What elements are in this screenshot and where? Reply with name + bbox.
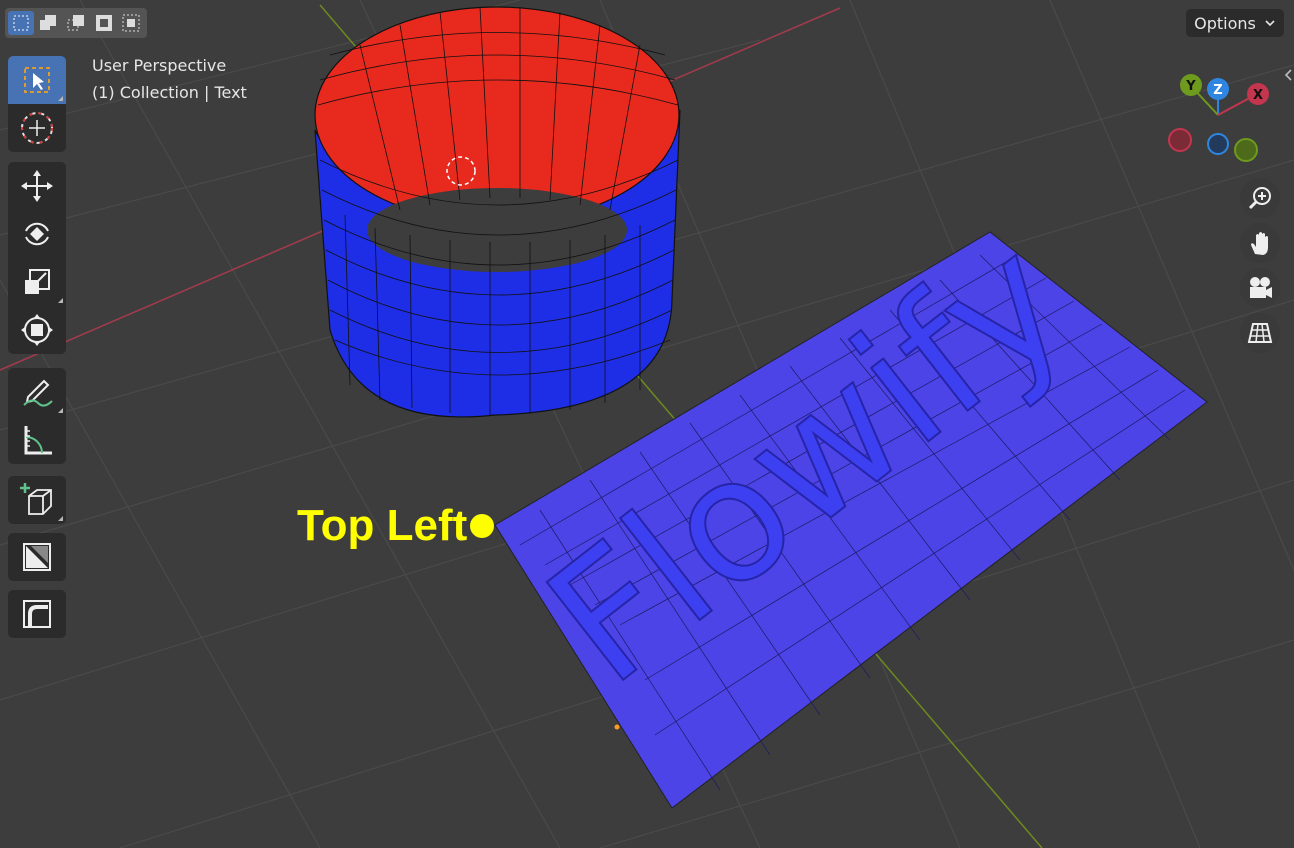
transform-icon — [21, 314, 53, 346]
annotate-icon — [23, 379, 53, 407]
add-cube-tool[interactable] — [8, 476, 66, 524]
annotate-tool[interactable] — [8, 368, 66, 416]
scale-icon — [25, 269, 50, 294]
toolbar-group-annotate — [8, 368, 66, 464]
gizmo-neg-z-icon[interactable] — [1207, 133, 1229, 155]
extrude-tool[interactable] — [8, 533, 66, 581]
select-new-button[interactable] — [8, 11, 34, 35]
select-box-tool[interactable] — [8, 56, 66, 104]
camera-icon — [1250, 277, 1272, 298]
extrude-icon — [23, 543, 51, 571]
rotate-icon — [25, 222, 49, 246]
annotation-dot — [470, 514, 494, 538]
gizmo-z-label: Z — [1213, 83, 1222, 98]
options-dropdown[interactable]: Options — [1186, 9, 1284, 37]
select-extend-icon — [40, 15, 57, 30]
move-tool[interactable] — [8, 162, 66, 210]
select-new-icon — [13, 15, 29, 31]
gizmo-neg-y-icon[interactable] — [1234, 138, 1258, 162]
camera-view-button[interactable] — [1240, 268, 1280, 308]
gizmo-y-label: Y — [1185, 79, 1196, 94]
zoom-button[interactable] — [1240, 178, 1280, 218]
add-cube-icon — [20, 483, 52, 515]
transform-tool[interactable] — [8, 306, 66, 354]
bevel-tool[interactable] — [8, 590, 66, 638]
ortho-grid-icon — [1247, 323, 1273, 343]
chevron-down-icon — [1265, 20, 1275, 27]
toolbar-group-select — [8, 56, 66, 152]
ortho-toggle-button[interactable] — [1240, 313, 1280, 353]
select-box-icon — [24, 67, 50, 93]
measure-icon — [24, 426, 52, 455]
pan-hand-icon — [1251, 232, 1268, 255]
navigation-gizmo[interactable]: Y Z X — [1160, 70, 1280, 170]
toolbar-group-bevel — [8, 590, 66, 638]
cursor-icon — [21, 112, 53, 144]
toolbar-group-add — [8, 476, 66, 524]
bevel-icon — [23, 600, 51, 628]
select-intersect-icon — [122, 14, 140, 32]
select-subtract-icon — [67, 15, 84, 31]
top-left-annotation: Top Left — [297, 501, 494, 550]
gizmo-neg-x-icon[interactable] — [1168, 128, 1192, 152]
zoom-icon — [1248, 187, 1271, 210]
gizmo-x-label: X — [1253, 88, 1263, 103]
select-invert-button[interactable] — [91, 11, 117, 35]
select-intersect-button[interactable] — [118, 11, 144, 35]
view-perspective-label: User Perspective — [92, 56, 227, 75]
selection-mode-group — [5, 8, 147, 38]
rotate-tool[interactable] — [8, 210, 66, 258]
select-subtract-button[interactable] — [63, 11, 89, 35]
chevron-left-icon — [1284, 69, 1292, 81]
select-invert-icon — [95, 15, 112, 31]
options-label: Options — [1194, 13, 1256, 33]
pan-button[interactable] — [1240, 223, 1280, 263]
origin-point — [614, 724, 620, 730]
measure-tool[interactable] — [8, 416, 66, 464]
cylinder-object[interactable] — [314, 6, 681, 418]
sidebar-toggle[interactable] — [1282, 62, 1294, 88]
scale-tool[interactable] — [8, 258, 66, 306]
3d-viewport[interactable]: Flowify Top Left — [0, 0, 1294, 848]
move-icon — [21, 170, 53, 202]
view-collection-label: (1) Collection | Text — [92, 83, 247, 102]
cursor-tool[interactable] — [8, 104, 66, 152]
select-extend-button[interactable] — [36, 11, 62, 35]
annotation-label: Top Left — [297, 501, 468, 550]
toolbar-group-transform — [8, 162, 66, 354]
toolbar-group-extrude — [8, 533, 66, 581]
